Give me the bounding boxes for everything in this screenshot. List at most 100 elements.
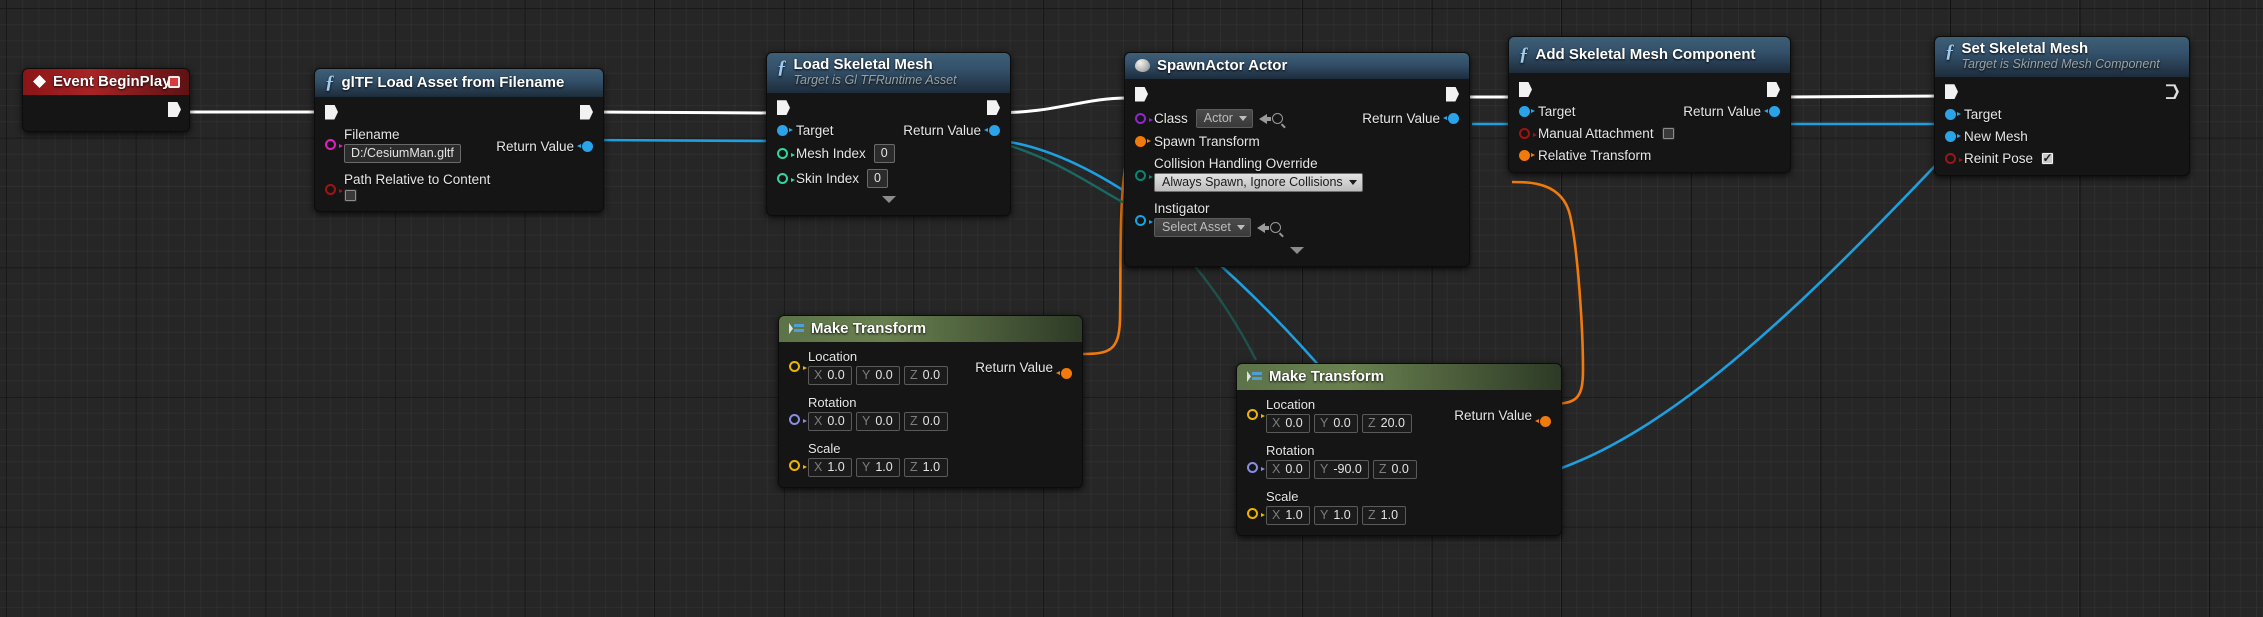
node-expander-button[interactable] xyxy=(1125,238,1469,258)
node-titlebar[interactable]: SpawnActor Actor xyxy=(1125,53,1469,79)
pin-row-spawn-transform[interactable]: Spawn Transform xyxy=(1125,129,1469,150)
node-load-skeletal-mesh[interactable]: ƒ Load Skeletal Mesh Target is Gl TFRunt… xyxy=(766,52,1011,216)
instigator-dropdown[interactable]: Select Asset xyxy=(1154,218,1251,237)
rotation-z-input[interactable]: Z 0.0 xyxy=(1372,460,1417,479)
node-titlebar[interactable]: Make Transform xyxy=(779,316,1082,342)
target-input-pin[interactable] xyxy=(1945,108,1961,120)
node-expander-button[interactable] xyxy=(767,189,1010,207)
rotation-input-pin[interactable] xyxy=(1247,461,1265,473)
use-selected-asset-icon[interactable] xyxy=(1258,113,1271,124)
pin-row-filename[interactable]: Filename D:/CesiumMan.gltf Return Value xyxy=(315,121,603,164)
pin-row-location[interactable]: Location X 0.0 Y 0.0 Z xyxy=(1237,390,1561,435)
reinit-pose-input-pin[interactable] xyxy=(1945,152,1963,164)
stop-icon[interactable] xyxy=(168,76,180,88)
node-titlebar[interactable]: ƒ Set Skeletal Mesh Target is Skinned Me… xyxy=(1935,37,2189,77)
blueprint-graph-canvas[interactable]: Event BeginPlay ƒ glTF Load Asset from F… xyxy=(0,0,2263,617)
location-z-input[interactable]: Z 20.0 xyxy=(1362,414,1412,433)
exec-input-pin[interactable] xyxy=(1519,82,1532,97)
path-relative-checkbox[interactable] xyxy=(344,189,357,202)
scale-x-input[interactable]: X 1.0 xyxy=(808,458,852,477)
pin-row-exec[interactable] xyxy=(1935,77,2189,101)
manual-attachment-input-pin[interactable] xyxy=(1519,128,1537,139)
node-titlebar[interactable]: Event BeginPlay xyxy=(23,69,189,95)
scale-z-input[interactable]: Z 1.0 xyxy=(904,458,948,477)
return-value-output-pin[interactable] xyxy=(984,124,1000,136)
pin-row-target[interactable]: Target Return Value xyxy=(767,117,1010,139)
rotation-y-input[interactable]: Y 0.0 xyxy=(856,412,900,431)
scale-y-input[interactable]: Y 1.0 xyxy=(1314,506,1358,525)
pin-row-scale[interactable]: Scale X 1.0 Y 1.0 Z 1.0 xyxy=(779,433,1082,479)
exec-input-pin[interactable] xyxy=(1135,86,1148,102)
rotation-x-input[interactable]: X 0.0 xyxy=(1266,460,1310,479)
relative-transform-input-pin[interactable] xyxy=(1519,150,1535,161)
location-y-input[interactable]: Y 0.0 xyxy=(1314,414,1358,433)
mesh-index-input[interactable]: 0 xyxy=(873,143,895,163)
node-make-transform-2[interactable]: Make Transform Location X 0.0 Y 0.0 Z 20… xyxy=(1236,363,1562,536)
location-x-input[interactable]: X 0.0 xyxy=(808,366,852,385)
node-titlebar[interactable]: ƒ Add Skeletal Mesh Component xyxy=(1509,37,1790,73)
pin-row-exec-out[interactable] xyxy=(23,95,189,119)
pin-row-instigator[interactable]: Instigator Select Asset xyxy=(1125,193,1469,238)
pin-row-exec[interactable] xyxy=(315,97,603,121)
location-input-pin[interactable] xyxy=(789,361,807,372)
class-input-pin[interactable] xyxy=(1135,113,1153,124)
exec-output-pin[interactable] xyxy=(168,102,181,117)
pin-row-scale[interactable]: Scale X 1.0 Y 1.0 Z 1.0 xyxy=(1237,481,1561,527)
return-value-output-pin[interactable] xyxy=(577,141,593,152)
node-add-skeletal-mesh-component[interactable]: ƒ Add Skeletal Mesh Component Target Ret… xyxy=(1508,36,1791,173)
return-value-output-pin[interactable] xyxy=(1764,106,1780,117)
mesh-index-input-pin[interactable] xyxy=(777,147,795,159)
pin-row-new-mesh[interactable]: New Mesh xyxy=(1935,123,2189,145)
pin-row-relative-transform[interactable]: Relative Transform xyxy=(1509,142,1790,164)
rotation-z-input[interactable]: Z 0.0 xyxy=(904,412,948,431)
exec-output-pin[interactable] xyxy=(2166,84,2179,99)
target-input-pin[interactable] xyxy=(1519,106,1535,117)
pin-row-location[interactable]: Location X 0.0 Y 0.0 Z xyxy=(779,342,1082,387)
exec-output-pin[interactable] xyxy=(580,104,593,120)
use-selected-asset-icon[interactable] xyxy=(1256,222,1269,233)
pin-row-skin-index[interactable]: Skin Index 0 xyxy=(767,164,1010,189)
rotation-y-input[interactable]: Y -90.0 xyxy=(1314,460,1369,479)
node-titlebar[interactable]: ƒ Load Skeletal Mesh Target is Gl TFRunt… xyxy=(767,53,1010,93)
node-make-transform-1[interactable]: Make Transform Location X 0.0 Y 0.0 Z 0.… xyxy=(778,315,1083,488)
node-set-skeletal-mesh[interactable]: ƒ Set Skeletal Mesh Target is Skinned Me… xyxy=(1934,36,2190,176)
pin-row-path-relative[interactable]: Path Relative to Content xyxy=(315,164,603,203)
location-x-input[interactable]: X 0.0 xyxy=(1266,414,1310,433)
pin-row-exec[interactable] xyxy=(1125,79,1469,103)
exec-output-pin[interactable] xyxy=(987,100,1000,116)
pin-row-manual-attachment[interactable]: Manual Attachment xyxy=(1509,120,1790,142)
scale-x-input[interactable]: X 1.0 xyxy=(1266,506,1310,525)
spawn-transform-input-pin[interactable] xyxy=(1135,136,1151,147)
return-value-output-pin[interactable] xyxy=(1443,113,1459,124)
collision-handling-input-pin[interactable] xyxy=(1135,170,1153,181)
collision-handling-dropdown[interactable]: Always Spawn, Ignore Collisions xyxy=(1154,173,1363,192)
skin-index-input-pin[interactable] xyxy=(777,172,795,184)
instigator-input-pin[interactable] xyxy=(1135,215,1153,226)
class-dropdown[interactable]: Actor xyxy=(1195,109,1253,128)
target-input-pin[interactable] xyxy=(777,124,793,136)
browse-asset-icon[interactable] xyxy=(1271,113,1283,124)
pin-row-exec[interactable] xyxy=(1509,73,1790,98)
manual-attachment-checkbox[interactable] xyxy=(1661,127,1675,140)
scale-y-input[interactable]: Y 1.0 xyxy=(856,458,900,477)
node-event-beginplay[interactable]: Event BeginPlay xyxy=(22,68,190,132)
node-spawnactor-actor[interactable]: SpawnActor Actor Class Actor Return Valu… xyxy=(1124,52,1470,267)
scale-input-pin[interactable] xyxy=(1247,507,1265,519)
pin-row-rotation[interactable]: Rotation X 0.0 Y 0.0 Z 0.0 xyxy=(779,387,1082,433)
rotation-x-input[interactable]: X 0.0 xyxy=(808,412,852,431)
pin-row-target[interactable]: Target xyxy=(1935,101,2189,123)
new-mesh-input-pin[interactable] xyxy=(1945,130,1961,142)
pin-row-exec[interactable] xyxy=(767,93,1010,117)
exec-input-pin[interactable] xyxy=(325,104,338,120)
pin-row-rotation[interactable]: Rotation X 0.0 Y -90.0 Z 0.0 xyxy=(1237,435,1561,481)
exec-output-pin[interactable] xyxy=(1446,86,1459,102)
reinit-pose-checkbox[interactable]: ✓ xyxy=(2041,151,2055,165)
exec-input-pin[interactable] xyxy=(1945,84,1958,100)
location-input-pin[interactable] xyxy=(1247,409,1265,420)
pin-row-target[interactable]: Target Return Value xyxy=(1509,98,1790,120)
pin-row-reinit-pose[interactable]: Reinit Pose ✓ xyxy=(1935,145,2189,167)
node-titlebar[interactable]: Make Transform xyxy=(1237,364,1561,390)
node-titlebar[interactable]: ƒ glTF Load Asset from Filename xyxy=(315,69,603,97)
pin-row-mesh-index[interactable]: Mesh Index 0 xyxy=(767,139,1010,164)
scale-input-pin[interactable] xyxy=(789,459,807,471)
